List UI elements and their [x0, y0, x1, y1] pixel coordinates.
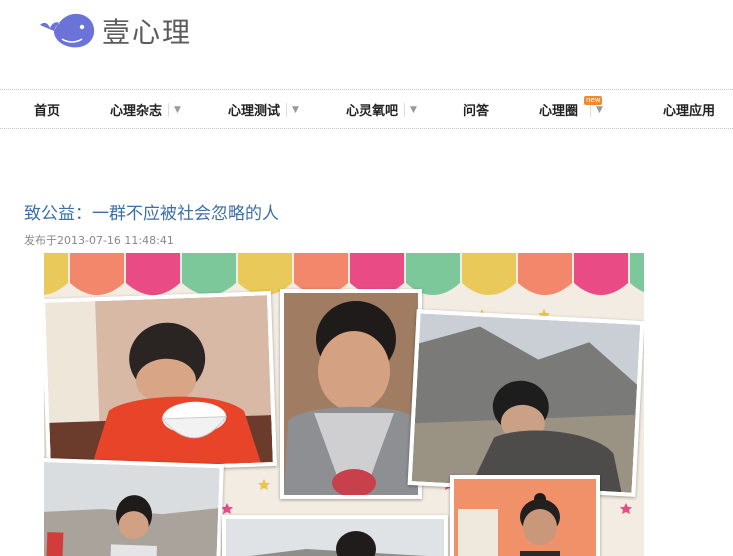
nav-item-label: 问答	[463, 104, 490, 119]
photo-boy-hoodie	[280, 289, 422, 499]
site-logo[interactable]: 壹心理	[38, 10, 192, 52]
article-title[interactable]: 致公益：一群不应被社会忽略的人	[24, 199, 279, 224]
new-badge: new	[584, 96, 603, 105]
nav-item-label: 心理测试	[228, 104, 281, 119]
photo-boy-sleeping	[407, 309, 644, 497]
chevron-down-icon[interactable]: ▼	[286, 102, 299, 117]
photo-boy-eating	[44, 291, 277, 474]
nav-item-apps[interactable]: 心理应用	[663, 90, 715, 129]
main-nav: 首页 心理杂志 ▼ 心理测试 ▼ 心灵氧吧 ▼ 问答 心理圈 new ▼ 心理应…	[0, 89, 733, 129]
nav-item-label: 心理应用	[663, 104, 716, 119]
nav-item-oxygen-bar[interactable]: 心灵氧吧 ▼	[346, 90, 417, 129]
whale-logo-icon	[40, 13, 95, 48]
awning-scallop	[44, 253, 68, 295]
nav-item-label: 心理圈	[539, 104, 579, 119]
nav-item-label: 心理杂志	[110, 104, 163, 119]
awning-scallop	[518, 253, 572, 295]
awning-scallop	[462, 253, 516, 295]
nav-item-tests[interactable]: 心理测试 ▼	[228, 90, 299, 129]
nav-item-label: 心灵氧吧	[346, 104, 399, 119]
awning-scallop	[574, 253, 628, 295]
chevron-down-icon[interactable]: ▼	[404, 102, 417, 117]
photo-bottom-center	[222, 515, 448, 556]
nav-item-home[interactable]: 首页	[34, 90, 60, 129]
nav-item-qa[interactable]: 问答	[463, 90, 489, 129]
photo-girl-smiling	[450, 475, 600, 556]
nav-item-circle[interactable]: 心理圈 new ▼	[539, 90, 603, 129]
photo-collage-image	[44, 253, 644, 556]
nav-item-magazine[interactable]: 心理杂志 ▼	[110, 90, 181, 129]
chevron-down-icon[interactable]: ▼	[168, 102, 181, 117]
awning-scallop	[126, 253, 180, 295]
awning-scallop	[182, 253, 236, 295]
brand-name: 壹心理	[102, 16, 193, 49]
article-meta: 发布于2013-07-16 11:48:41	[24, 234, 174, 247]
awning-scallop	[630, 253, 644, 293]
awning-scallop	[70, 253, 124, 295]
nav-item-label: 首页	[34, 104, 61, 119]
photo-boy-smiling	[44, 457, 224, 556]
